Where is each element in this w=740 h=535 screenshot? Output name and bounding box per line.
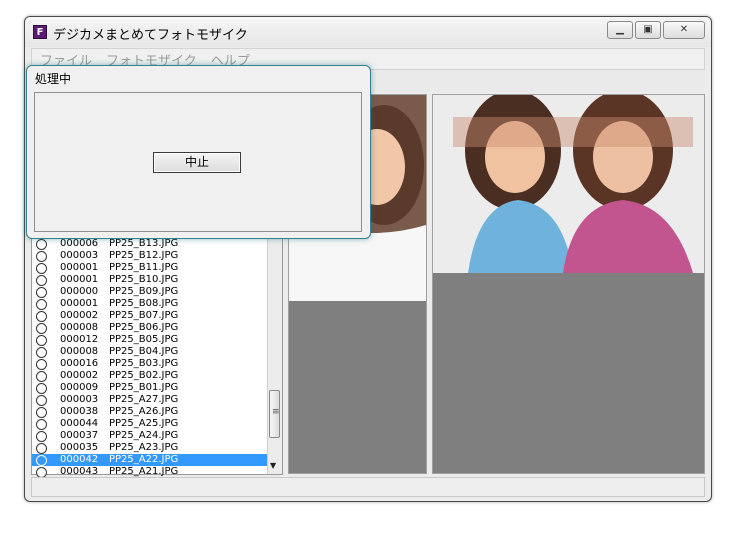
- file-count: 000008: [60, 322, 99, 333]
- radio-icon[interactable]: [36, 299, 47, 310]
- status-bar: [31, 477, 705, 497]
- file-count: 000038: [60, 406, 99, 417]
- file-row[interactable]: 000044 PP25_A25.JPG: [32, 418, 268, 430]
- scroll-down-icon[interactable]: ▼: [270, 461, 276, 470]
- radio-icon[interactable]: [36, 251, 47, 262]
- file-name: PP25_B01.JPG: [109, 382, 179, 393]
- file-row[interactable]: 000037 PP25_A24.JPG: [32, 430, 268, 442]
- file-row[interactable]: 000016 PP25_B03.JPG: [32, 358, 268, 370]
- file-count: 000006: [60, 238, 99, 249]
- radio-icon[interactable]: [36, 263, 47, 274]
- close-button[interactable]: ✕: [663, 21, 705, 39]
- file-count: 000008: [60, 346, 99, 357]
- radio-icon[interactable]: [36, 287, 47, 298]
- minimize-icon: ▁: [616, 24, 624, 35]
- file-count: 000001: [60, 262, 99, 273]
- stop-button[interactable]: 中止: [153, 152, 241, 173]
- file-row[interactable]: 000001 PP25_B08.JPG: [32, 298, 268, 310]
- file-name: PP25_B03.JPG: [109, 358, 179, 369]
- file-row[interactable]: 000000 PP25_B09.JPG: [32, 286, 268, 298]
- file-count: 000002: [60, 370, 99, 381]
- file-row[interactable]: 000038 PP25_A26.JPG: [32, 406, 268, 418]
- radio-icon[interactable]: [36, 431, 47, 442]
- file-count: 000042: [60, 454, 99, 465]
- file-row[interactable]: 000006 PP25_B13.JPG: [32, 238, 268, 250]
- file-name: PP25_B07.JPG: [109, 310, 179, 321]
- file-name: PP25_B06.JPG: [109, 322, 179, 333]
- mosaic-preview: [433, 95, 704, 473]
- radio-icon[interactable]: [36, 395, 47, 406]
- radio-icon[interactable]: [36, 383, 47, 394]
- file-count: 000016: [60, 358, 99, 369]
- file-name: PP25_A25.JPG: [109, 418, 179, 429]
- radio-icon[interactable]: [36, 455, 47, 466]
- minimize-button[interactable]: ▁: [607, 21, 633, 39]
- file-count: 000044: [60, 418, 99, 429]
- file-name: PP25_A27.JPG: [109, 394, 179, 405]
- file-row[interactable]: 000001 PP25_B11.JPG: [32, 262, 268, 274]
- dialog-title: 処理中: [35, 72, 72, 86]
- radio-icon[interactable]: [36, 311, 47, 322]
- file-row[interactable]: 000002 PP25_B07.JPG: [32, 310, 268, 322]
- file-row[interactable]: 000003 PP25_A27.JPG: [32, 394, 268, 406]
- title-bar[interactable]: F デジカメまとめてフォトモザイク ▁ ▣ ✕: [25, 17, 711, 47]
- maximize-button[interactable]: ▣: [635, 21, 661, 39]
- file-count: 000035: [60, 442, 99, 453]
- radio-icon[interactable]: [36, 323, 47, 334]
- file-count: 000001: [60, 298, 99, 309]
- maximize-icon: ▣: [643, 24, 653, 35]
- radio-icon[interactable]: [36, 443, 47, 454]
- file-row[interactable]: 000008 PP25_B04.JPG: [32, 346, 268, 358]
- file-name: PP25_B12.JPG: [109, 250, 179, 261]
- close-icon: ✕: [679, 24, 689, 35]
- file-name: PP25_A22.JPG: [109, 454, 179, 465]
- file-row[interactable]: 000001 PP25_B10.JPG: [32, 274, 268, 286]
- file-name: PP25_A23.JPG: [109, 442, 179, 453]
- radio-icon[interactable]: [36, 371, 47, 382]
- file-count: 000001: [60, 274, 99, 285]
- file-name: PP25_A26.JPG: [109, 406, 179, 417]
- window-title: デジカメまとめてフォトモザイク: [53, 28, 248, 43]
- radio-icon[interactable]: [36, 239, 47, 250]
- file-name: PP25_B02.JPG: [109, 370, 179, 381]
- grip-icon: ≡: [272, 407, 280, 417]
- radio-icon[interactable]: [36, 275, 47, 286]
- scroll-thumb[interactable]: ≡: [269, 390, 280, 438]
- file-rows: 000006 PP25_B13.JPG 000003 PP25_B12.JPG 0000…: [32, 238, 268, 478]
- file-count: 000037: [60, 430, 99, 441]
- file-row[interactable]: 000008 PP25_B06.JPG: [32, 322, 268, 334]
- file-row[interactable]: 000035 PP25_A23.JPG: [32, 442, 268, 454]
- radio-icon[interactable]: [36, 347, 47, 358]
- file-row[interactable]: 000012 PP25_B05.JPG: [32, 334, 268, 346]
- file-name: PP25_B09.JPG: [109, 286, 179, 297]
- file-name: PP25_B11.JPG: [109, 262, 179, 273]
- file-row[interactable]: 000002 PP25_B02.JPG: [32, 370, 268, 382]
- radio-icon[interactable]: [36, 359, 47, 370]
- file-name: PP25_A24.JPG: [109, 430, 179, 441]
- file-count: 000002: [60, 310, 99, 321]
- radio-icon[interactable]: [36, 407, 47, 418]
- file-count: 000000: [60, 286, 99, 297]
- mosaic-preview-panel: [432, 94, 705, 474]
- file-name: PP25_B10.JPG: [109, 274, 179, 285]
- radio-icon[interactable]: [36, 335, 47, 346]
- file-row[interactable]: 000003 PP25_B12.JPG: [32, 250, 268, 262]
- file-row[interactable]: 000042 PP25_A22.JPG: [32, 454, 268, 466]
- app-icon: F: [33, 25, 47, 39]
- processing-dialog: 処理中 中止: [26, 65, 371, 239]
- file-count: 000003: [60, 250, 99, 261]
- file-count: 000003: [60, 394, 99, 405]
- radio-icon[interactable]: [36, 419, 47, 430]
- file-name: PP25_B13.JPG: [109, 238, 179, 249]
- file-row[interactable]: 000009 PP25_B01.JPG: [32, 382, 268, 394]
- file-name: PP25_B08.JPG: [109, 298, 179, 309]
- file-name: PP25_B05.JPG: [109, 334, 179, 345]
- file-count: 000009: [60, 382, 99, 393]
- file-name: PP25_B04.JPG: [109, 346, 179, 357]
- file-count: 000012: [60, 334, 99, 345]
- dialog-body: 中止: [34, 92, 362, 232]
